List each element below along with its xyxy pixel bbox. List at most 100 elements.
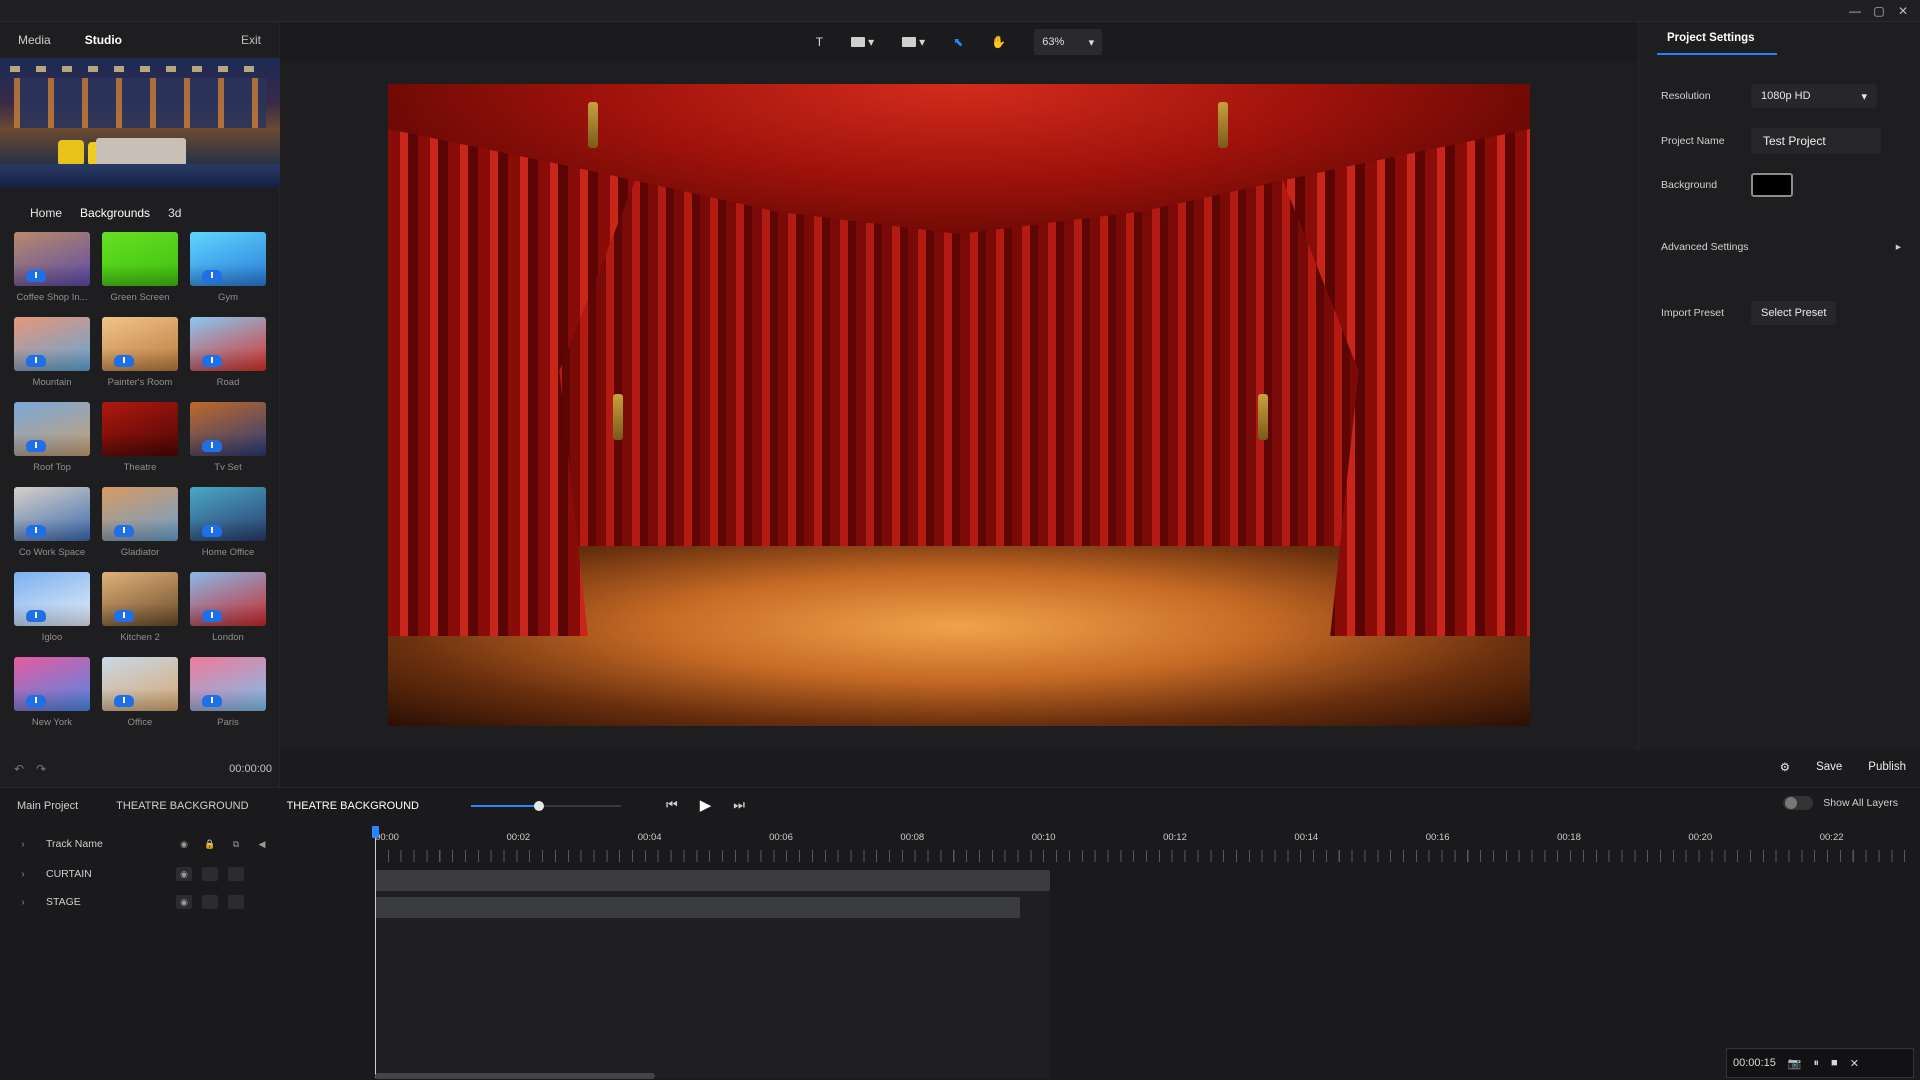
tab-theatre-background[interactable]: THEATRE BACKGROUND bbox=[116, 800, 248, 812]
background-tile[interactable]: Co Work Space bbox=[14, 487, 90, 558]
group-toggle[interactable] bbox=[228, 867, 244, 881]
stage-clip[interactable] bbox=[375, 897, 1020, 918]
maximize-button[interactable]: ▢ bbox=[1870, 3, 1888, 19]
tab-backgrounds[interactable]: Backgrounds bbox=[80, 206, 150, 220]
download-icon[interactable] bbox=[114, 525, 134, 537]
advanced-settings-row[interactable]: Advanced Settings ▸ bbox=[1661, 241, 1901, 253]
stop-icon[interactable]: ■ bbox=[1831, 1057, 1838, 1069]
speaker-icon[interactable]: ◀ bbox=[254, 837, 270, 851]
download-icon[interactable] bbox=[114, 610, 134, 622]
minimize-button[interactable]: — bbox=[1846, 3, 1864, 19]
download-icon[interactable] bbox=[202, 355, 222, 367]
resolution-select[interactable]: 1080p HD ▾ bbox=[1751, 84, 1877, 108]
background-tile[interactable]: Painter's Room bbox=[102, 317, 178, 388]
group-icon[interactable]: ⧉ bbox=[228, 837, 244, 851]
slider-handle[interactable] bbox=[533, 801, 544, 811]
background-tile[interactable]: Mountain bbox=[14, 317, 90, 388]
tab-project-settings[interactable]: Project Settings bbox=[1657, 32, 1777, 55]
shape-tool-button[interactable]: ▾ bbox=[851, 35, 874, 49]
show-all-layers-toggle[interactable] bbox=[1783, 796, 1814, 810]
download-icon[interactable] bbox=[202, 695, 222, 707]
group-toggle[interactable] bbox=[228, 895, 244, 909]
download-icon[interactable] bbox=[26, 355, 46, 367]
download-icon[interactable] bbox=[202, 440, 222, 452]
play-icon[interactable]: ▶ bbox=[700, 796, 712, 814]
timeline-zoom-slider[interactable] bbox=[471, 801, 621, 811]
close-window-button[interactable]: ✕ bbox=[1894, 3, 1912, 19]
background-tile[interactable]: Home Office bbox=[190, 487, 266, 558]
eye-icon[interactable]: ◉ bbox=[176, 867, 192, 881]
chevron-right-icon[interactable]: › bbox=[0, 868, 46, 880]
redo-icon[interactable]: ↷ bbox=[36, 762, 46, 776]
layout-tool-button[interactable]: ▾ bbox=[902, 35, 925, 49]
background-tile[interactable]: Igloo bbox=[14, 572, 90, 643]
eye-icon[interactable]: ◉ bbox=[176, 837, 192, 851]
background-tile[interactable]: Paris bbox=[190, 657, 266, 728]
gear-icon[interactable]: ⚙ bbox=[1780, 760, 1790, 774]
skip-back-icon[interactable]: ⏮ bbox=[666, 797, 678, 813]
save-button[interactable]: Save bbox=[1816, 761, 1842, 773]
tab-theatre-background-active[interactable]: THEATRE BACKGROUND bbox=[287, 800, 419, 812]
close-icon[interactable]: ✕ bbox=[1850, 1057, 1859, 1070]
chevron-right-icon[interactable]: › bbox=[0, 896, 46, 908]
background-tile[interactable]: Coffee Shop In... bbox=[14, 232, 90, 303]
camera-icon[interactable]: 📷 bbox=[1788, 1057, 1802, 1070]
curtain-clip[interactable] bbox=[375, 870, 1050, 891]
lock-icon[interactable]: 🔒 bbox=[202, 837, 218, 851]
download-icon[interactable] bbox=[114, 695, 134, 707]
background-tile[interactable]: Roof Top bbox=[14, 402, 90, 473]
download-icon[interactable] bbox=[26, 440, 46, 452]
background-tile[interactable]: Office bbox=[102, 657, 178, 728]
download-icon[interactable] bbox=[26, 270, 46, 282]
download-icon[interactable] bbox=[26, 695, 46, 707]
background-tile[interactable]: Theatre bbox=[102, 402, 178, 473]
project-name-label: Project Name bbox=[1661, 135, 1725, 147]
download-icon[interactable] bbox=[202, 270, 222, 282]
publish-button[interactable]: Publish bbox=[1868, 761, 1906, 773]
playhead[interactable] bbox=[372, 826, 379, 1078]
selected-scene-preview[interactable] bbox=[0, 58, 280, 188]
background-tile[interactable]: London bbox=[190, 572, 266, 643]
project-name-field[interactable]: Test Project bbox=[1751, 128, 1881, 154]
undo-icon[interactable]: ↶ bbox=[14, 762, 24, 776]
timeline-scrollbar[interactable] bbox=[375, 1073, 655, 1079]
tab-home[interactable]: Home bbox=[30, 206, 62, 220]
action-bar: ⚙ Save Publish bbox=[1780, 760, 1906, 774]
pause-icon[interactable]: ⏸ bbox=[1814, 1057, 1820, 1070]
background-tile[interactable]: Green Screen bbox=[102, 232, 178, 303]
time-ruler[interactable]: 00:00 00:02 00:04 00:06 00:08 00:10 00:12 00:14… bbox=[375, 828, 1905, 862]
nav-media[interactable]: Media bbox=[18, 33, 51, 47]
nav-exit[interactable]: Exit bbox=[241, 33, 261, 47]
hand-tool-button[interactable]: ✋ bbox=[991, 35, 1006, 49]
chevron-right-icon[interactable]: › bbox=[0, 838, 46, 850]
download-icon[interactable] bbox=[26, 525, 46, 537]
stage-canvas[interactable] bbox=[388, 84, 1530, 726]
background-thumbnail bbox=[102, 232, 178, 286]
background-tile[interactable]: Tv Set bbox=[190, 402, 266, 473]
download-icon[interactable] bbox=[202, 610, 222, 622]
background-tile[interactable]: Road bbox=[190, 317, 266, 388]
background-color-swatch[interactable] bbox=[1751, 173, 1793, 197]
text-tool-button[interactable]: T bbox=[816, 35, 823, 49]
eye-icon[interactable]: ◉ bbox=[176, 895, 192, 909]
nav-studio[interactable]: Studio bbox=[85, 33, 122, 47]
track-row[interactable]: › CURTAIN ◉ bbox=[0, 860, 372, 888]
select-preset-button[interactable]: Select Preset bbox=[1751, 301, 1837, 325]
tab-3d[interactable]: 3d bbox=[168, 206, 181, 220]
lock-toggle[interactable] bbox=[202, 867, 218, 881]
lock-toggle[interactable] bbox=[202, 895, 218, 909]
download-icon[interactable] bbox=[114, 355, 134, 367]
select-tool-button[interactable]: ⬉ bbox=[953, 35, 963, 49]
tab-main-project[interactable]: Main Project bbox=[17, 800, 78, 812]
zoom-select[interactable]: 63% ▾ bbox=[1034, 29, 1103, 55]
background-tile[interactable]: Kitchen 2 bbox=[102, 572, 178, 643]
skip-forward-icon[interactable]: ⏭ bbox=[733, 797, 745, 813]
ruler-label: 00:08 bbox=[900, 832, 925, 843]
background-tile[interactable]: Gym bbox=[190, 232, 266, 303]
background-tile[interactable]: New York bbox=[14, 657, 90, 728]
track-row[interactable]: › STAGE ◉ bbox=[0, 888, 372, 916]
background-label: Coffee Shop In... bbox=[16, 292, 88, 303]
download-icon[interactable] bbox=[26, 610, 46, 622]
background-tile[interactable]: Gladiator bbox=[102, 487, 178, 558]
download-icon[interactable] bbox=[202, 525, 222, 537]
